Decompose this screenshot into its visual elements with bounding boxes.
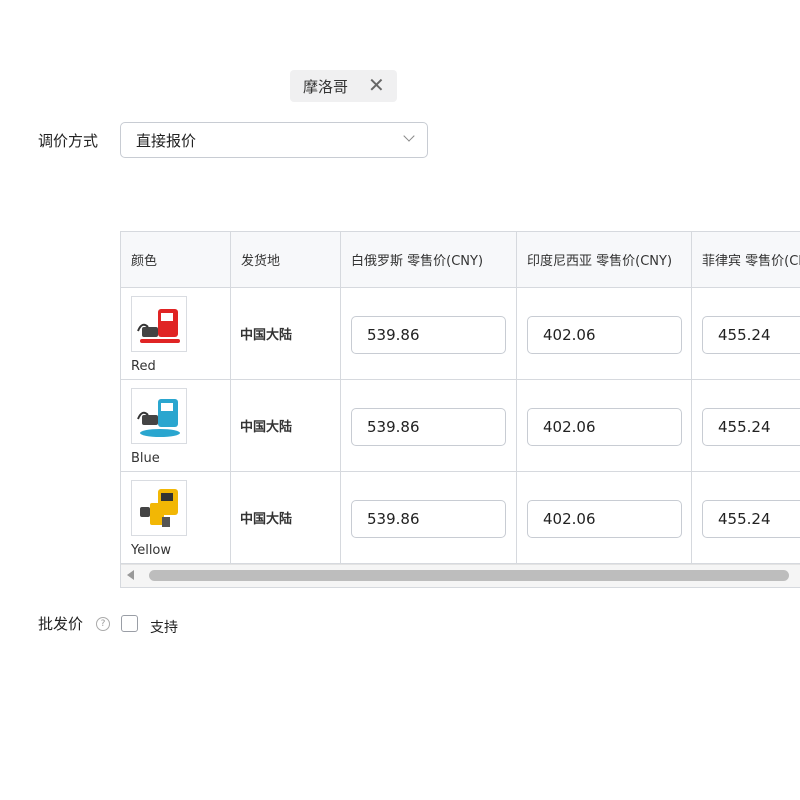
wholesale-support-label[interactable]: 支持: [150, 617, 178, 637]
header-indonesia-price: 印度尼西亚 零售价(CNY): [517, 232, 692, 288]
help-icon[interactable]: ?: [96, 617, 110, 631]
color-name: Blue: [131, 451, 160, 466]
header-color: 颜色: [121, 232, 231, 288]
color-name: Yellow: [131, 543, 172, 558]
price-cell: [341, 380, 517, 472]
price-input[interactable]: [351, 408, 506, 446]
price-input[interactable]: [527, 408, 682, 446]
chevron-down-icon: [403, 130, 415, 142]
price-input[interactable]: [702, 500, 800, 538]
price-cell: [692, 288, 800, 380]
price-input[interactable]: [527, 500, 682, 538]
horizontal-scrollbar[interactable]: [121, 564, 800, 587]
table-row: Yellow: [121, 472, 231, 564]
country-tag-label: 摩洛哥: [303, 77, 349, 96]
price-cell: [517, 380, 692, 472]
origin-cell: 中国大陆: [231, 472, 341, 564]
price-input[interactable]: [702, 408, 800, 446]
header-philippines-price: 菲律宾 零售价(CNY): [692, 232, 800, 288]
color-name: Red: [131, 359, 156, 374]
price-cell: [692, 380, 800, 472]
header-belarus-price: 白俄罗斯 零售价(CNY): [341, 232, 517, 288]
price-cell: [341, 288, 517, 380]
product-thumbnail[interactable]: [131, 296, 187, 352]
table-row: Red: [121, 288, 231, 380]
pricing-method-label: 调价方式: [38, 132, 99, 150]
wholesale-support-checkbox[interactable]: [121, 615, 138, 632]
price-input[interactable]: [702, 316, 800, 354]
product-thumbnail[interactable]: [131, 388, 187, 444]
scrollbar-thumb[interactable]: [149, 570, 789, 581]
scroll-left-arrow-icon[interactable]: [127, 570, 134, 580]
close-icon[interactable]: ✕: [368, 74, 385, 96]
price-cell: [341, 472, 517, 564]
header-origin: 发货地: [231, 232, 341, 288]
origin-cell: 中国大陆: [231, 380, 341, 472]
price-input[interactable]: [527, 316, 682, 354]
wholesale-label: 批发价: [38, 615, 84, 633]
table-row: Blue: [121, 380, 231, 472]
price-cell: [517, 472, 692, 564]
origin-cell: 中国大陆: [231, 288, 341, 380]
price-table: 颜色 发货地 白俄罗斯 零售价(CNY) 印度尼西亚 零售价(CNY) 菲律宾 …: [120, 231, 800, 588]
price-input[interactable]: [351, 500, 506, 538]
pricing-method-value: 直接报价: [136, 131, 197, 150]
country-tag: 摩洛哥 ✕: [290, 70, 397, 102]
product-thumbnail[interactable]: [131, 480, 187, 536]
price-cell: [692, 472, 800, 564]
price-input[interactable]: [351, 316, 506, 354]
price-cell: [517, 288, 692, 380]
pricing-method-select[interactable]: 直接报价: [120, 122, 428, 158]
